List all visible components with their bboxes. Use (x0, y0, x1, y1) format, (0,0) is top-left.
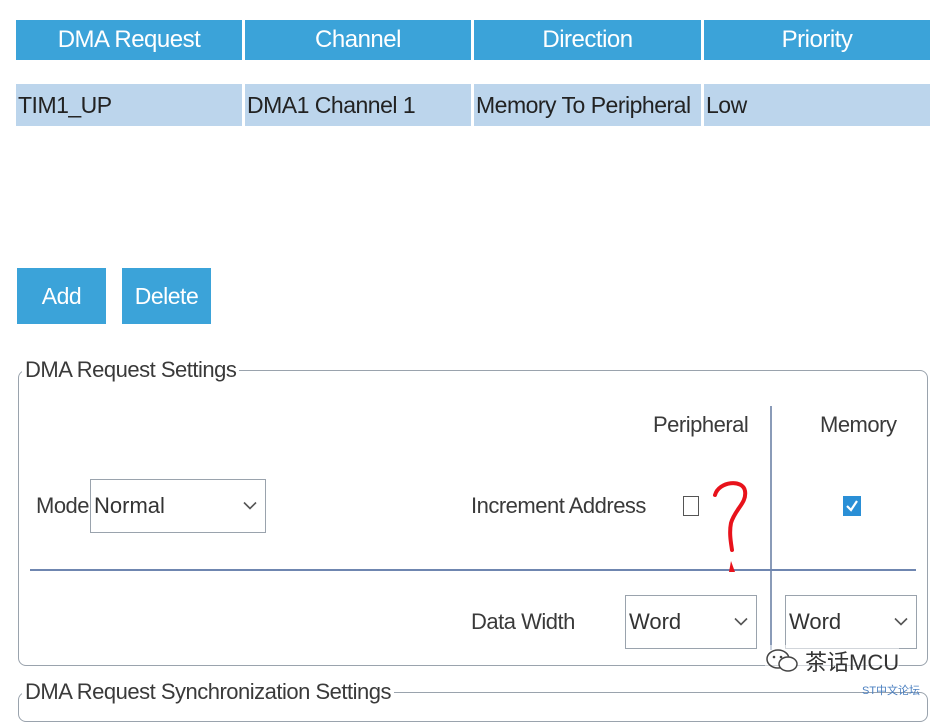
cell-channel[interactable]: DMA1 Channel 1 (245, 84, 471, 126)
column-header-label: Direction (542, 26, 633, 53)
watermark: 茶话MCU (765, 645, 900, 677)
column-header-dma-request[interactable]: DMA Request (16, 20, 242, 60)
mode-select[interactable]: Normal (90, 479, 266, 533)
memory-increment-checkbox[interactable] (843, 496, 861, 516)
mode-select-value: Normal (94, 493, 165, 518)
chevron-down-icon (734, 617, 748, 626)
cell-priority[interactable]: Low (704, 84, 930, 126)
peripheral-increment-checkbox[interactable] (683, 496, 699, 516)
watermark-text: 茶话MCU (805, 650, 900, 675)
column-header-label: Channel (315, 26, 401, 53)
row-divider (30, 569, 916, 571)
peripheral-column-label: Peripheral (653, 412, 749, 437)
dma-request-settings-legend: DMA Request Settings (22, 357, 240, 383)
delete-button[interactable]: Delete (122, 268, 211, 324)
cell-dma-request[interactable]: TIM1_UP (16, 84, 242, 126)
cell-text: DMA1 Channel 1 (247, 91, 416, 118)
dma-sync-settings-legend: DMA Request Synchronization Settings (22, 679, 394, 705)
memory-data-width-value: Word (789, 609, 842, 634)
cell-text: Memory To Peripheral (476, 91, 691, 118)
peripheral-data-width-select[interactable]: Word (625, 595, 757, 649)
column-divider (770, 406, 772, 650)
mode-label: Mode (36, 493, 90, 518)
memory-data-width-select[interactable]: Word (785, 595, 917, 649)
wechat-icon (766, 649, 798, 672)
add-button[interactable]: Add (17, 268, 106, 324)
question-mark-annotation-icon (713, 481, 748, 572)
column-header-label: DMA Request (57, 26, 201, 53)
peripheral-data-width-value: Word (629, 609, 682, 634)
column-header-label: Priority (781, 26, 853, 53)
watermark-subtext: ST中文论坛 (862, 685, 921, 697)
increment-address-label: Increment Address (471, 493, 646, 518)
memory-column-label: Memory (820, 412, 897, 437)
column-header-priority[interactable]: Priority (704, 20, 930, 60)
cell-direction[interactable]: Memory To Peripheral (474, 84, 701, 126)
column-header-channel[interactable]: Channel (245, 20, 471, 60)
cell-text: TIM1_UP (18, 91, 112, 118)
data-width-label: Data Width (471, 609, 575, 634)
chevron-down-icon (243, 501, 257, 510)
column-header-direction[interactable]: Direction (474, 20, 701, 60)
checkmark-icon (846, 500, 858, 512)
cell-text: Low (706, 91, 747, 118)
chevron-down-icon (894, 617, 908, 626)
